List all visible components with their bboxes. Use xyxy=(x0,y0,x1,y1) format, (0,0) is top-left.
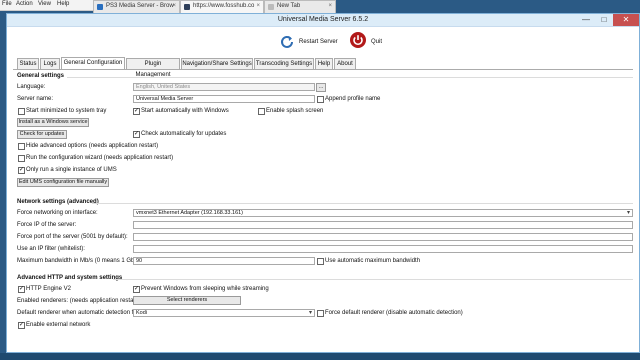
select-renderers-button[interactable]: Select renderers xyxy=(133,296,241,305)
browser-tab-label: https://www.fosshub.co xyxy=(193,3,255,9)
force-default-renderer-checkbox[interactable] xyxy=(317,310,324,317)
window-title: Universal Media Server 6.5.2 xyxy=(277,16,369,23)
language-label: Language: xyxy=(17,84,46,90)
run-wizard-checkbox[interactable] xyxy=(18,155,25,162)
check-auto-checkbox[interactable] xyxy=(133,130,140,138)
hide-advanced-checkbox[interactable] xyxy=(18,143,25,150)
single-instance-checkbox[interactable] xyxy=(18,166,25,174)
splash-screen-checkbox[interactable] xyxy=(258,108,265,115)
install-service-button[interactable]: Install as a Windows service xyxy=(17,118,89,127)
splash-screen-label: Enable splash screen xyxy=(266,108,324,114)
max-bandwidth-label: Maximum bandwidth in Mb/s (0 means 1 Gb/… xyxy=(17,258,143,264)
language-more-button[interactable]: ... xyxy=(316,83,326,92)
ip-filter-input[interactable] xyxy=(133,245,633,253)
tab-help[interactable]: Help xyxy=(315,58,333,69)
advanced-settings-header: Advanced HTTP and system settings xyxy=(17,275,123,281)
auto-bandwidth-label: Use automatic maximum bandwidth xyxy=(325,258,421,264)
browser-tab-label: New Tab xyxy=(277,3,301,9)
check-auto-label: Check automatically for updates xyxy=(141,131,227,137)
default-renderer-label: Default renderer when automatic detectio… xyxy=(17,310,145,316)
tab-general-configuration[interactable]: General Configuration xyxy=(61,57,125,69)
server-name-input[interactable]: Universal Media Server xyxy=(133,95,315,103)
host-menubar: File Action View Help xyxy=(0,0,95,11)
menu-action[interactable]: Action xyxy=(16,1,33,7)
section-divider xyxy=(113,279,633,280)
http-engine-checkbox[interactable] xyxy=(18,285,25,293)
default-renderer-select[interactable]: Kodi xyxy=(133,309,315,317)
ums-window: Universal Media Server 6.5.2 — □ ✕ Resta… xyxy=(6,13,640,353)
edit-config-button[interactable]: Edit UMS configuration file manually xyxy=(17,178,109,187)
append-profile-checkbox[interactable] xyxy=(317,96,324,103)
browser-tab-new[interactable]: New Tab × xyxy=(264,0,336,13)
max-bandwidth-input[interactable]: 90 xyxy=(133,257,315,265)
menu-help[interactable]: Help xyxy=(57,1,69,7)
external-network-checkbox[interactable] xyxy=(18,321,25,329)
tab-divider xyxy=(13,69,633,70)
enabled-renderers-label: Enabled renderers: (needs application re… xyxy=(17,298,140,304)
restart-server-button[interactable]: Restart Server xyxy=(279,34,343,50)
tab-plugin-management[interactable]: Plugin Management xyxy=(126,58,180,78)
tab-status[interactable]: Status xyxy=(17,58,39,69)
close-icon[interactable]: × xyxy=(328,3,332,9)
prevent-sleep-checkbox[interactable] xyxy=(133,285,140,293)
force-default-renderer-label: Force default renderer (disable automati… xyxy=(325,310,463,316)
page-icon xyxy=(97,4,103,10)
quit-label: Quit xyxy=(371,39,383,45)
single-instance-label: Only run a single instance of UMS xyxy=(26,167,117,173)
close-icon[interactable]: × xyxy=(256,3,260,9)
start-minimized-label: Start minimized to system tray xyxy=(26,108,107,114)
section-divider xyxy=(92,203,633,204)
force-interface-select[interactable]: vmxnet3 Ethernet Adapter (192.168.33.161… xyxy=(133,209,633,217)
run-wizard-label: Run the configuration wizard (needs appl… xyxy=(26,155,174,161)
hide-advanced-label: Hide advanced options (needs application… xyxy=(26,143,159,149)
close-icon[interactable]: × xyxy=(172,3,176,9)
force-ip-label: Force IP of the server: xyxy=(17,222,77,228)
menu-view[interactable]: View xyxy=(38,1,51,7)
page-icon xyxy=(184,4,190,10)
prevent-sleep-label: Prevent Windows from sleeping while stre… xyxy=(141,286,269,292)
browser-tab-ps3[interactable]: PS3 Media Server - Brow × xyxy=(93,0,180,13)
taskbar xyxy=(0,353,640,360)
restart-icon xyxy=(281,35,293,48)
server-name-label: Server name: xyxy=(17,96,54,102)
section-divider xyxy=(67,77,633,78)
ip-filter-label: Use an IP filter (whitelist): xyxy=(17,246,85,252)
page-icon xyxy=(268,4,274,10)
check-updates-button[interactable]: Check for updates xyxy=(17,130,67,139)
force-interface-label: Force networking on interface: xyxy=(17,210,98,216)
start-minimized-checkbox[interactable] xyxy=(18,108,25,115)
minimize-button[interactable]: — xyxy=(577,14,595,26)
tab-logs[interactable]: Logs xyxy=(40,58,60,69)
force-ip-input[interactable] xyxy=(133,221,633,229)
restart-server-label: Restart Server xyxy=(299,39,338,45)
browser-tab-label: PS3 Media Server - Brow xyxy=(106,3,174,9)
auto-bandwidth-checkbox[interactable] xyxy=(317,258,324,265)
browser-tab-fosshub[interactable]: https://www.fosshub.co × xyxy=(180,0,264,13)
start-windows-checkbox[interactable] xyxy=(133,107,140,115)
http-engine-label: HTTP Engine V2 xyxy=(26,286,71,292)
menu-file[interactable]: File xyxy=(2,1,12,7)
tab-transcoding-settings[interactable]: Transcoding Settings xyxy=(254,58,314,69)
close-button[interactable]: ✕ xyxy=(613,14,639,26)
general-settings-header: General settings xyxy=(17,73,65,79)
title-bar: Universal Media Server 6.5.2 — □ ✕ xyxy=(7,14,639,27)
maximize-button[interactable]: □ xyxy=(595,14,613,26)
language-select[interactable]: English, United States xyxy=(133,83,315,91)
start-windows-label: Start automatically with Windows xyxy=(141,108,229,114)
force-port-label: Force port of the server (5001 by defaul… xyxy=(17,234,128,240)
quit-button[interactable]: Quit xyxy=(350,32,390,52)
tab-about[interactable]: About xyxy=(334,58,356,69)
power-icon xyxy=(350,32,366,48)
network-settings-header: Network settings (advanced) xyxy=(17,199,99,205)
append-profile-label: Append profile name xyxy=(325,96,381,102)
force-port-input[interactable] xyxy=(133,233,633,241)
tab-navigation-share-settings[interactable]: Navigation/Share Settings xyxy=(181,58,253,69)
external-network-label: Enable external network xyxy=(26,322,91,328)
